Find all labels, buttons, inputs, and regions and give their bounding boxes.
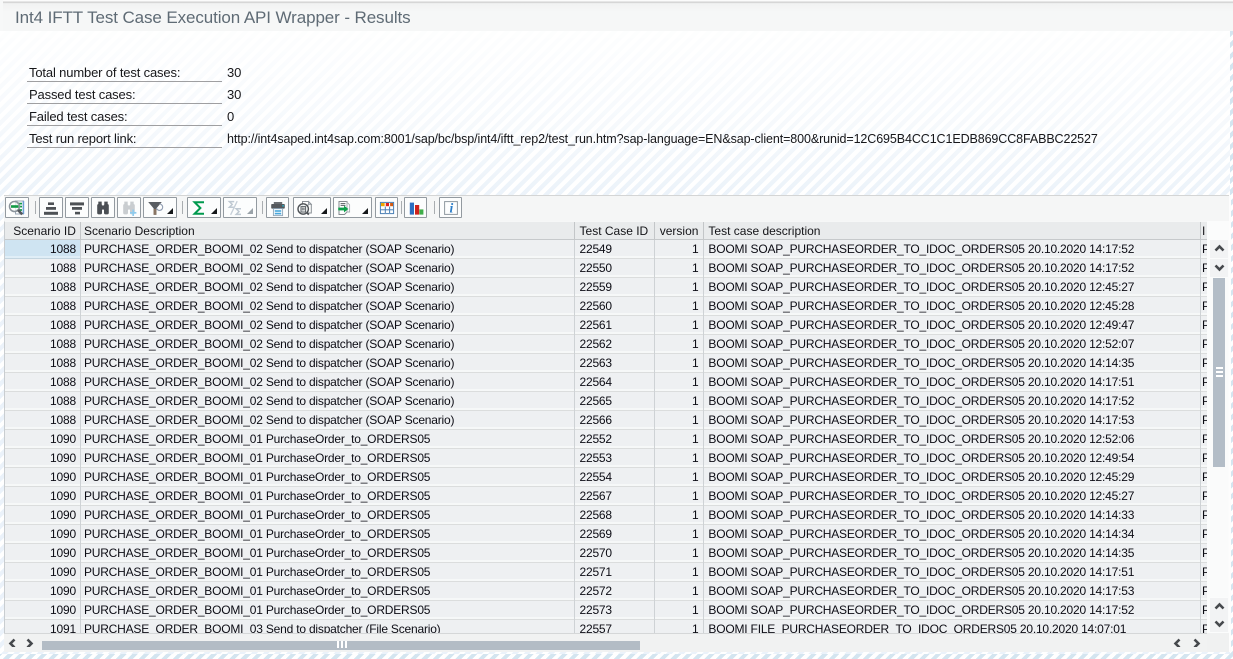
svg-text:i: i [450,200,454,215]
